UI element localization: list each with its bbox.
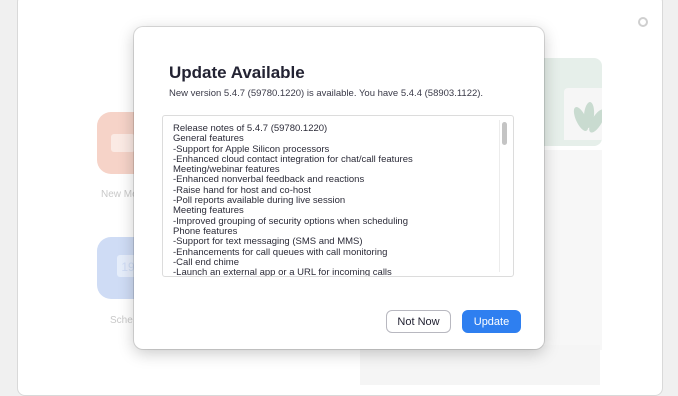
update-dialog: Update Available New version 5.4.7 (5978… — [134, 27, 544, 349]
version-info: New version 5.4.7 (59780.1220) is availa… — [169, 88, 484, 99]
release-notes-scrollbar[interactable] — [499, 120, 508, 272]
gear-icon[interactable] — [638, 17, 648, 27]
background-bottom-panel — [360, 345, 600, 385]
update-button[interactable]: Update — [462, 310, 521, 333]
schedule-label: Sche — [110, 315, 133, 326]
scrollbar-thumb[interactable] — [502, 122, 507, 145]
release-notes-list: Release notes of 5.4.7 (59780.1220) Gene… — [173, 123, 413, 277]
not-now-button[interactable]: Not Now — [386, 310, 451, 333]
release-notes-box[interactable]: Release notes of 5.4.7 (59780.1220) Gene… — [162, 115, 514, 277]
calendar-day: 19 — [121, 260, 135, 274]
release-notes-line: -Launch an external app or a URL for inc… — [173, 267, 392, 277]
background-side-panel — [544, 150, 602, 350]
dialog-title: Update Available — [169, 63, 305, 82]
new-meeting-label: New Me — [101, 189, 138, 200]
